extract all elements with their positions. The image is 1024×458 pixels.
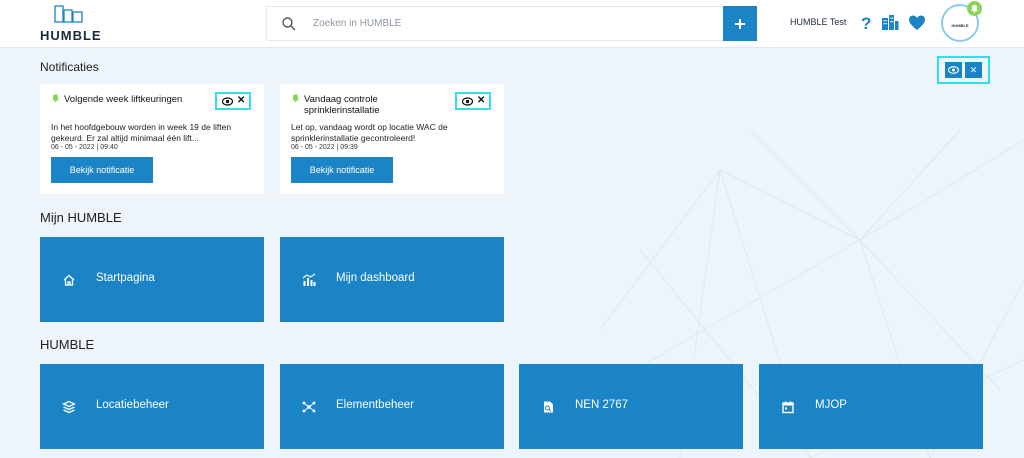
- buildings-logo-icon: [54, 5, 83, 23]
- global-notification-controls: ✕: [937, 56, 990, 84]
- layers-icon: [62, 400, 76, 414]
- tile-label: Mijn dashboard: [336, 272, 415, 284]
- notification-title: Vandaag controle sprinklerinstallatie: [304, 94, 380, 116]
- notification-controls: ✕: [455, 92, 491, 110]
- buildings-icon[interactable]: [881, 14, 899, 32]
- close-all-notifications-button[interactable]: ✕: [965, 62, 982, 78]
- notification-date: 06 - 05 - 2022 | 09:40: [51, 144, 118, 151]
- humble-logo[interactable]: HUMBLE: [40, 5, 102, 43]
- tile-startpagina[interactable]: Startpagina: [40, 237, 264, 322]
- mijn-humble-title: Mijn HUMBLE: [40, 210, 122, 225]
- notification-date: 06 - 05 - 2022 | 09:39: [291, 144, 358, 151]
- heart-icon[interactable]: [908, 14, 926, 32]
- home-icon: [63, 274, 75, 286]
- humble-title: HUMBLE: [40, 337, 95, 352]
- bell-icon: [971, 4, 978, 13]
- avatar[interactable]: HUMBLE: [941, 1, 982, 42]
- tile-label: MJOP: [815, 399, 847, 411]
- tile-elementbeheer[interactable]: Elementbeheer: [280, 364, 504, 449]
- add-button[interactable]: [723, 6, 757, 41]
- notification-card: Vandaag controle sprinklerinstallatie ✕ …: [280, 84, 504, 194]
- network-icon: [302, 401, 316, 413]
- search-bar: [266, 6, 757, 41]
- close-icon[interactable]: ✕: [477, 94, 485, 108]
- eye-icon: [948, 66, 959, 74]
- eye-icon[interactable]: [222, 97, 233, 106]
- top-header: HUMBLE HUMBLE Test ? HUMBLE: [0, 0, 1024, 48]
- view-notification-button[interactable]: Bekijk notificatie: [291, 157, 393, 183]
- logo-text: HUMBLE: [40, 28, 102, 43]
- notification-body: In het hoofdgebouw worden in week 19 de …: [51, 122, 232, 143]
- document-icon: [544, 401, 553, 413]
- notification-title: Volgende week liftkeuringen: [64, 94, 183, 105]
- eye-icon[interactable]: [462, 97, 473, 106]
- tile-mjop[interactable]: MJOP: [759, 364, 983, 449]
- view-notification-button[interactable]: Bekijk notificatie: [51, 157, 153, 183]
- close-icon[interactable]: ✕: [237, 94, 245, 108]
- help-icon[interactable]: ?: [857, 14, 875, 32]
- user-name[interactable]: HUMBLE Test: [790, 17, 846, 27]
- show-all-notifications-button[interactable]: [945, 62, 962, 78]
- tile-label: Locatiebeheer: [96, 399, 169, 411]
- svg-text:?: ?: [861, 14, 871, 32]
- tile-label: Elementbeheer: [336, 399, 414, 411]
- bell-icon: [52, 94, 59, 103]
- search-icon[interactable]: [281, 16, 297, 32]
- tile-mijn-dashboard[interactable]: Mijn dashboard: [280, 237, 504, 322]
- notification-controls: ✕: [215, 92, 251, 110]
- tile-label: NEN 2767: [575, 399, 629, 411]
- search-input[interactable]: [313, 7, 723, 40]
- calendar-icon: [782, 401, 794, 414]
- tile-locatiebeheer[interactable]: Locatiebeheer: [40, 364, 264, 449]
- bell-icon: [292, 94, 299, 103]
- notification-card: Volgende week liftkeuringen ✕ In het hoo…: [40, 84, 264, 194]
- close-icon: ✕: [969, 64, 978, 75]
- notification-body: Let op, vandaag wordt op locatie WAC de …: [291, 122, 448, 143]
- tile-nen-2767[interactable]: NEN 2767: [519, 364, 743, 449]
- tile-label: Startpagina: [96, 272, 155, 284]
- avatar-label: HUMBLE: [951, 23, 969, 28]
- plus-icon: [735, 18, 745, 29]
- notification-badge[interactable]: [967, 1, 982, 16]
- notifications-title: Notificaties: [40, 60, 99, 74]
- dashboard-icon: [302, 273, 316, 286]
